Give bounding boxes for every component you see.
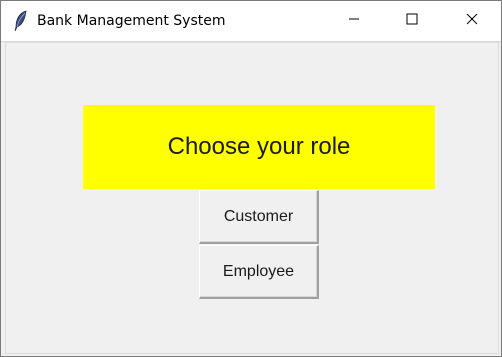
role-banner: Choose your role <box>83 105 435 189</box>
close-icon <box>466 12 478 30</box>
title-bar[interactable]: Bank Management System <box>1 1 501 42</box>
close-button[interactable] <box>443 1 501 41</box>
feather-icon <box>13 10 29 32</box>
employee-button[interactable]: Employee <box>199 245 319 299</box>
app-window: Bank Management System Choose your role … <box>0 0 502 357</box>
maximize-button[interactable] <box>383 1 441 41</box>
minimize-icon <box>348 12 360 30</box>
maximize-icon <box>406 12 418 30</box>
banner-text: Choose your role <box>167 133 351 160</box>
customer-button[interactable]: Customer <box>199 190 319 244</box>
window-title: Bank Management System <box>37 13 226 29</box>
minimize-button[interactable] <box>325 1 383 41</box>
